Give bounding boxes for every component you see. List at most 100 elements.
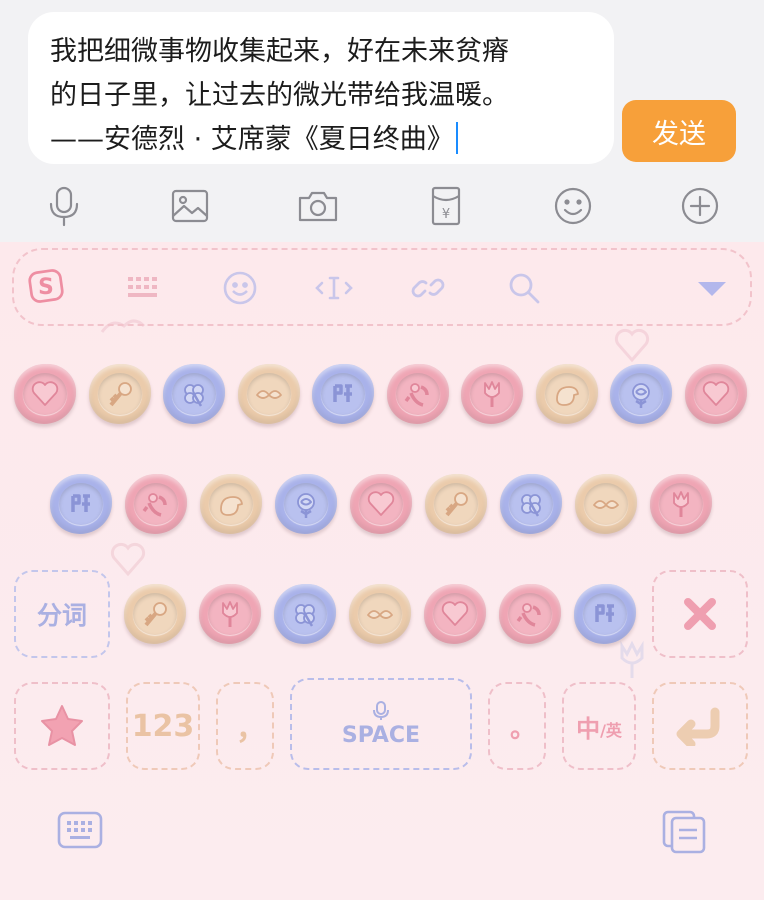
glyph-icon bbox=[595, 604, 614, 622]
wax-seal-face bbox=[283, 593, 327, 635]
camera-icon[interactable] bbox=[296, 184, 340, 228]
wax-seal-face bbox=[433, 593, 477, 635]
key-row2-3[interactable] bbox=[198, 472, 264, 536]
wax-seal-face bbox=[509, 483, 553, 525]
numbers-key[interactable]: 123 bbox=[126, 682, 200, 770]
keyboard-switch-icon[interactable] bbox=[56, 810, 104, 854]
wax-seal-key bbox=[237, 364, 300, 424]
clover-icon bbox=[184, 384, 204, 407]
key-row1-2[interactable] bbox=[87, 362, 153, 426]
key-row2-7[interactable] bbox=[498, 472, 564, 536]
wax-seal-face bbox=[619, 373, 663, 415]
key-row2-8[interactable] bbox=[573, 472, 639, 536]
segment-key[interactable]: 分词 bbox=[14, 570, 110, 658]
rose-icon bbox=[632, 383, 650, 408]
wax-seal-key bbox=[124, 584, 186, 644]
input-toolbar: ¥ bbox=[0, 176, 764, 236]
link-icon[interactable] bbox=[408, 268, 448, 308]
image-icon[interactable] bbox=[168, 184, 212, 228]
wax-seal-face bbox=[208, 593, 252, 635]
period-key[interactable]: 。 bbox=[488, 682, 546, 770]
comma-key[interactable]: ， bbox=[216, 682, 274, 770]
search-icon[interactable] bbox=[504, 268, 544, 308]
cupid-icon bbox=[516, 603, 541, 627]
tulip-icon bbox=[484, 381, 500, 407]
wax-seal-face bbox=[584, 483, 628, 525]
key-row1-1[interactable] bbox=[12, 362, 78, 426]
period-key-label: 。 bbox=[509, 713, 536, 744]
key-row2-9[interactable] bbox=[648, 472, 714, 536]
cursor-move-icon[interactable] bbox=[314, 268, 354, 308]
enter-key[interactable] bbox=[652, 682, 748, 770]
wax-seal-key bbox=[200, 474, 262, 534]
message-input[interactable]: 我把细微事物收集起来，好在未来贫瘠 的日子里，让过去的微光带给我温暖。 ——安德… bbox=[28, 12, 614, 164]
wax-seal-key bbox=[386, 364, 449, 424]
wax-seal-key bbox=[610, 364, 672, 424]
clipboard-icon[interactable] bbox=[660, 808, 708, 858]
decor-heart-icon bbox=[110, 542, 146, 577]
wax-seal-face bbox=[246, 373, 291, 415]
key-row2-6[interactable] bbox=[423, 472, 489, 536]
key-row2-1[interactable] bbox=[48, 472, 114, 536]
key-row3-6[interactable] bbox=[497, 582, 563, 646]
key-row1-8[interactable] bbox=[534, 362, 600, 426]
rose-icon bbox=[297, 493, 315, 518]
microphone-icon[interactable] bbox=[42, 184, 86, 228]
sogou-logo-icon[interactable]: S bbox=[26, 266, 70, 310]
key-row3-5[interactable] bbox=[422, 582, 488, 646]
key-row2-5[interactable] bbox=[348, 472, 414, 536]
delete-key[interactable] bbox=[652, 570, 748, 658]
star-icon bbox=[41, 705, 83, 746]
emoji-icon[interactable] bbox=[551, 184, 595, 228]
collapse-arrow-icon[interactable] bbox=[692, 268, 732, 308]
wax-seal-key bbox=[312, 364, 374, 424]
language-switch-key[interactable]: 中/英 bbox=[562, 682, 636, 770]
key-row1-6[interactable] bbox=[385, 362, 451, 426]
key-row1-9[interactable] bbox=[608, 362, 674, 426]
wax-seal-key bbox=[274, 584, 336, 644]
wax-seal-key bbox=[199, 584, 261, 644]
key-icon bbox=[108, 382, 132, 407]
heart-icon bbox=[441, 601, 469, 626]
send-button[interactable]: 发送 bbox=[622, 100, 736, 162]
key-row1-7[interactable] bbox=[459, 362, 525, 426]
wax-seal-key bbox=[424, 584, 486, 644]
svg-text:¥: ¥ bbox=[442, 207, 450, 222]
favorites-key[interactable] bbox=[14, 682, 110, 770]
heart-icon bbox=[367, 491, 395, 516]
lang-zh-label: 中 bbox=[576, 714, 601, 743]
return-arrow-icon bbox=[676, 707, 720, 746]
plus-icon[interactable] bbox=[678, 184, 722, 228]
heart-icon bbox=[31, 381, 59, 406]
red-packet-icon[interactable]: ¥ bbox=[424, 184, 468, 228]
key-row1-5[interactable] bbox=[310, 362, 376, 426]
key-row1-4[interactable] bbox=[236, 362, 302, 426]
space-key[interactable]: SPACE bbox=[290, 678, 472, 770]
wax-seal-face bbox=[358, 593, 402, 635]
key-row1-3[interactable] bbox=[161, 362, 227, 426]
mustache-icon bbox=[255, 390, 282, 399]
wax-seal-key bbox=[684, 364, 747, 424]
wax-seal-key bbox=[350, 474, 412, 534]
wax-seal-face bbox=[59, 483, 103, 525]
keyboard-grid-icon[interactable] bbox=[124, 268, 164, 308]
wax-seal-key bbox=[163, 364, 225, 424]
delete-x-icon bbox=[684, 598, 716, 630]
ime-keyboard: S 分词 123 ， SPACE 。 中 /英 bbox=[0, 242, 764, 900]
heart-icon bbox=[702, 381, 729, 406]
key-row3-3[interactable] bbox=[272, 582, 338, 646]
key-row2-2[interactable] bbox=[123, 472, 189, 536]
wax-seal-face bbox=[23, 373, 67, 415]
key-row1-10[interactable] bbox=[683, 362, 749, 426]
svg-text:S: S bbox=[38, 275, 54, 300]
key-row3-1[interactable] bbox=[122, 582, 188, 646]
wax-seal-face bbox=[434, 483, 478, 525]
key-row2-4[interactable] bbox=[273, 472, 339, 536]
key-row3-2[interactable] bbox=[197, 582, 263, 646]
emoji-icon[interactable] bbox=[220, 268, 260, 308]
key-row3-4[interactable] bbox=[347, 582, 413, 646]
tulip-icon bbox=[673, 491, 689, 517]
wax-seal-face bbox=[659, 483, 703, 525]
key-row3-7[interactable] bbox=[572, 582, 638, 646]
glyph-icon bbox=[333, 384, 352, 402]
